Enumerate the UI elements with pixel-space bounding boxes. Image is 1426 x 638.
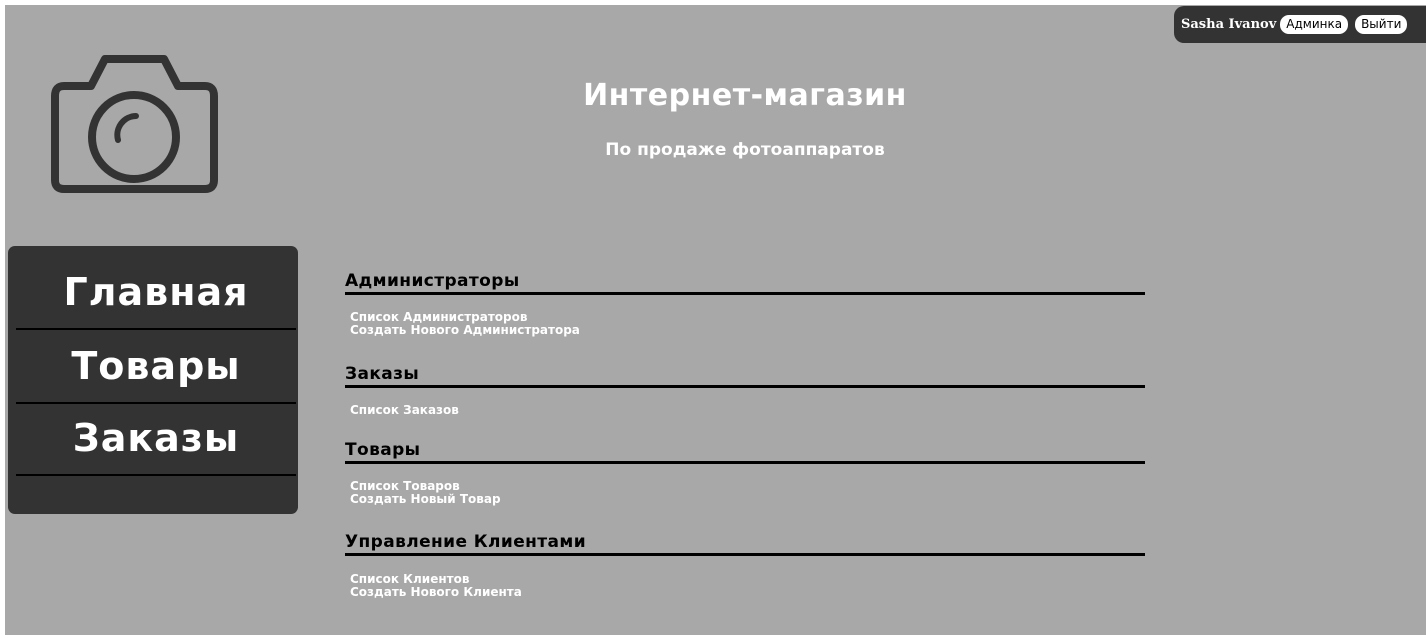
site-title: Интернет-магазин (583, 78, 907, 113)
camera-icon[interactable] (50, 52, 218, 194)
main-nav: Главная Товары Заказы (8, 246, 298, 514)
nav-item-orders[interactable]: Заказы (16, 402, 296, 476)
nav-item-home[interactable]: Главная (16, 256, 296, 330)
section-title-products: Товары (345, 440, 1145, 464)
link-create-product[interactable]: Создать Новый Товар (350, 493, 501, 506)
user-name: Sasha Ivanov (1181, 17, 1277, 32)
section-title-admins: Администраторы (345, 271, 1145, 295)
section-title-orders: Заказы (345, 364, 1145, 388)
site-subtitle: По продаже фотоаппаратов (605, 140, 885, 160)
admin-button[interactable]: Админка (1280, 15, 1349, 34)
logout-button[interactable]: Выйти (1355, 15, 1408, 34)
user-bar: Sasha Ivanov Админка Выйти (1174, 6, 1426, 43)
link-create-admin[interactable]: Создать Нового Администратора (350, 324, 580, 337)
link-order-list[interactable]: Список Заказов (350, 404, 459, 417)
nav-item-products[interactable]: Товары (16, 330, 296, 404)
section-title-clients: Управление Клиентами (345, 532, 1145, 556)
link-create-client[interactable]: Создать Нового Клиента (350, 586, 522, 599)
